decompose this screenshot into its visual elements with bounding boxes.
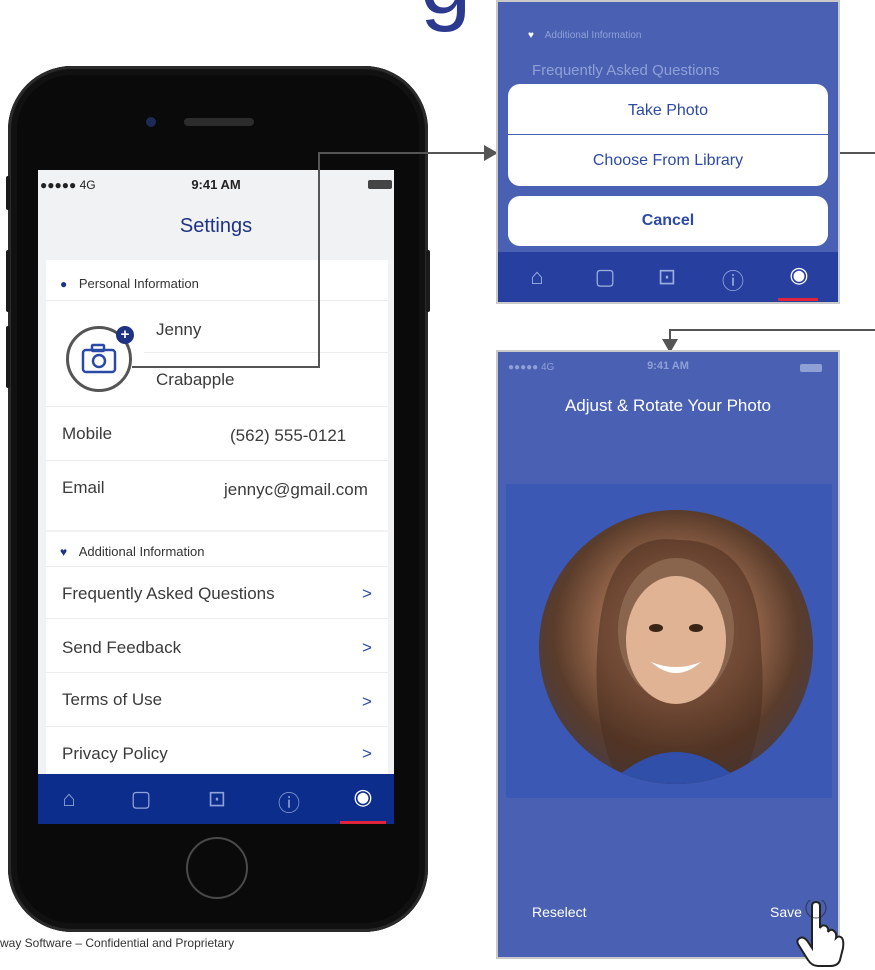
connector-line — [840, 152, 875, 154]
volume-down-button — [6, 326, 10, 388]
adjust-photo-screen: ●●●●● 4G 9:41 AM Adjust & Rotate Your Ph… — [498, 352, 838, 957]
active-tab-indicator — [340, 821, 386, 824]
mute-switch — [6, 176, 10, 210]
hand-pointer-icon — [796, 900, 845, 967]
portrait-image — [596, 539, 763, 784]
divider — [46, 460, 388, 461]
arrow-right-icon — [484, 145, 498, 161]
menu-item-privacy-policy[interactable]: Privacy Policy — [62, 744, 168, 764]
battery-icon — [368, 180, 392, 189]
cancel-button[interactable]: Cancel — [508, 196, 828, 246]
divider — [46, 618, 388, 619]
person-icon: ● — [60, 277, 68, 291]
menu-item-terms-of-use[interactable]: Terms of Use — [62, 690, 162, 710]
volume-up-button — [6, 250, 10, 312]
connector-line — [132, 366, 320, 368]
chevron-right-icon: > — [362, 744, 372, 763]
divider — [46, 300, 388, 301]
chevron-right-icon: > — [362, 638, 372, 657]
personal-info-heading: ● Personal Information — [60, 276, 199, 291]
profile-photo-preview[interactable] — [539, 510, 813, 784]
settings-screen: ●●●●● 4G 9:41 AM Settings ● Personal Inf… — [38, 170, 394, 824]
car-icon[interactable]: ⊡ — [652, 264, 682, 290]
battery-icon — [800, 364, 822, 372]
menu-item-send-feedback[interactable]: Send Feedback — [62, 638, 181, 658]
profile-icon[interactable]: ◉ — [348, 784, 378, 810]
chevron-right-icon: > — [362, 584, 372, 603]
heart-icon: ♥ — [528, 30, 534, 41]
screen-title: Settings — [179, 215, 253, 237]
additional-info-label: Additional Information — [78, 544, 205, 559]
choose-from-library-button[interactable]: Choose From Library — [508, 135, 828, 186]
home-icon[interactable]: ⌂ — [54, 786, 84, 812]
heart-icon: ♥ — [60, 545, 68, 559]
home-icon[interactable]: ⌂ — [522, 264, 552, 290]
status-time: 9:41 AM — [191, 177, 241, 192]
info-icon[interactable]: ⓘ — [718, 264, 748, 296]
connector-line — [318, 152, 486, 154]
profile-icon[interactable]: ◉ — [784, 262, 814, 288]
active-tab-indicator — [778, 298, 818, 301]
power-button — [426, 250, 430, 312]
home-button[interactable] — [186, 837, 248, 899]
book-icon[interactable]: ▢ — [590, 264, 620, 290]
tab-bar: ⌂ ▢ ⊡ ⓘ ◉ — [38, 774, 394, 824]
car-icon[interactable]: ⊡ — [202, 786, 232, 812]
cancel-label: Cancel — [641, 212, 695, 229]
chevron-right-icon: > — [362, 692, 372, 711]
mobile-value[interactable]: (562) 555-0121 — [230, 426, 346, 446]
plus-icon: + — [116, 326, 134, 344]
book-icon[interactable]: ▢ — [126, 786, 156, 812]
divider — [46, 566, 388, 567]
personal-info-label: Personal Information — [78, 276, 199, 291]
faded-section-heading: ♥ Additional Information — [528, 30, 641, 41]
email-value[interactable]: jennyc@gmail.com — [224, 480, 368, 500]
earpiece-speaker — [184, 118, 254, 126]
connector-line — [318, 152, 320, 368]
faded-section-label: Additional Information — [544, 30, 642, 41]
divider — [46, 672, 388, 673]
choose-library-label: Choose From Library — [592, 152, 744, 169]
status-bar: ●●●●● 4G 9:41 AM — [38, 170, 394, 200]
connector-line — [669, 329, 875, 331]
faded-section-item: Frequently Asked Questions — [532, 62, 720, 79]
adjust-photo-title: Adjust & Rotate Your Photo — [564, 396, 772, 415]
page-title-fragment: g — [420, 0, 500, 28]
front-camera — [146, 117, 156, 127]
divider — [46, 406, 388, 407]
footer-text: way Software – Confidential and Propriet… — [0, 936, 235, 950]
status-time: 9:41 AM — [647, 360, 689, 372]
last-name-field[interactable]: Crabapple — [156, 370, 234, 390]
photo-crop-area[interactable] — [506, 484, 832, 798]
additional-info-heading: ♥ Additional Information — [60, 544, 205, 559]
email-label: Email — [62, 478, 105, 497]
menu-item-faq[interactable]: Frequently Asked Questions — [62, 584, 275, 604]
panel-tab-bar: ⌂ ▢ ⊡ ⓘ ◉ — [498, 252, 838, 302]
arrow-down-icon — [662, 339, 678, 353]
first-name-field[interactable]: Jenny — [156, 320, 201, 340]
take-photo-label: Take Photo — [627, 102, 709, 119]
action-sheet-screen: ♥ Additional Information Frequently Aske… — [498, 2, 838, 302]
mobile-label: Mobile — [62, 424, 113, 443]
divider — [144, 352, 388, 353]
divider — [46, 726, 388, 727]
reselect-button[interactable]: Reselect — [532, 904, 586, 920]
info-icon[interactable]: ⓘ — [274, 786, 304, 818]
take-photo-button[interactable]: Take Photo — [508, 84, 828, 134]
